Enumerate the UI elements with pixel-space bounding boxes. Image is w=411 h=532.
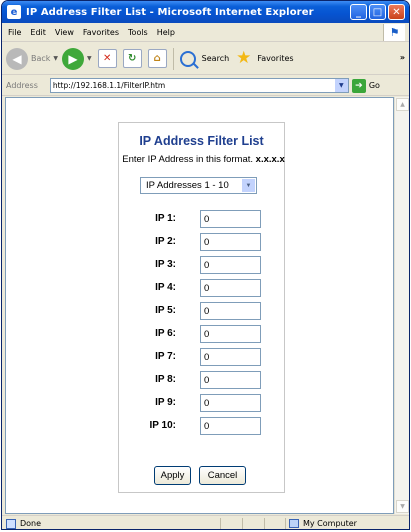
ip-input[interactable]: 0 [200, 348, 261, 366]
instruction-text: Enter IP Address in this format. [122, 154, 254, 165]
address-label: Address [6, 81, 38, 90]
scroll-down-icon[interactable]: ▼ [396, 500, 409, 513]
ip-label: IP 3: [155, 259, 176, 270]
ip-label: IP 4: [155, 282, 176, 293]
ip-row: IP 7: 0 [119, 348, 284, 366]
ip-input[interactable]: 0 [200, 417, 261, 435]
back-dropdown-icon[interactable]: ▼ [53, 55, 58, 62]
chevron-down-icon[interactable]: ▼ [242, 179, 255, 192]
ie-logo-icon: e [7, 5, 21, 19]
ip-row: IP 1: 0 [119, 210, 284, 228]
cancel-button[interactable]: Cancel [199, 466, 246, 485]
forward-button[interactable]: ▶ [62, 47, 85, 70]
refresh-icon: ↻ [127, 53, 137, 64]
ip-label: IP 1: [155, 213, 176, 224]
windows-flag-icon: ⚑ [383, 24, 405, 41]
forward-dropdown-icon[interactable]: ▼ [87, 55, 92, 62]
ip-row: IP 10: 0 [119, 417, 284, 435]
page-done-icon [6, 518, 16, 529]
status-bar: Done My Computer [2, 515, 409, 529]
scroll-up-icon[interactable]: ▲ [396, 98, 409, 111]
title-bar[interactable]: e IP Address Filter List - Microsoft Int… [2, 1, 409, 23]
home-button[interactable]: ⌂ [147, 49, 167, 68]
menu-edit[interactable]: Edit [30, 28, 46, 37]
ip-label: IP 5: [155, 305, 176, 316]
favorites-button[interactable]: Favorites [257, 54, 293, 63]
ip-row: IP 2: 0 [119, 233, 284, 251]
address-input[interactable]: http://192.168.1.1/FilterIP.htm ▼ [49, 78, 349, 93]
ip-label: IP 8: [155, 374, 176, 385]
ip-input[interactable]: 0 [200, 394, 261, 412]
refresh-button[interactable]: ↻ [122, 49, 142, 68]
ip-row: IP 9: 0 [119, 394, 284, 412]
ip-label: IP 6: [155, 328, 176, 339]
filter-panel: IP Address Filter List Enter IP Address … [118, 122, 285, 493]
address-dropdown-icon[interactable]: ▼ [334, 79, 348, 92]
stop-icon: ✕ [102, 53, 112, 64]
forward-arrow-icon: ▶ [68, 51, 78, 66]
back-arrow-icon: ◀ [12, 51, 22, 66]
ip-input[interactable]: 0 [200, 210, 261, 228]
home-icon: ⌂ [153, 53, 161, 64]
page-content: IP Address Filter List Enter IP Address … [5, 97, 394, 514]
ip-input[interactable]: 0 [200, 325, 261, 343]
go-button[interactable]: Go [369, 81, 380, 90]
ip-row: IP 3: 0 [119, 256, 284, 274]
window-controls: _ □ ✕ [350, 4, 405, 20]
status-divider [285, 518, 286, 529]
apply-button[interactable]: Apply [154, 466, 191, 485]
ip-row: IP 6: 0 [119, 325, 284, 343]
ip-row: IP 5: 0 [119, 302, 284, 320]
ip-label: IP 2: [155, 236, 176, 247]
menu-file[interactable]: File [8, 28, 21, 37]
maximize-button[interactable]: □ [369, 4, 386, 20]
minimize-button[interactable]: _ [350, 4, 367, 20]
status-divider [220, 518, 221, 529]
window-title: IP Address Filter List - Microsoft Inter… [26, 6, 314, 18]
status-divider [242, 518, 243, 529]
address-url: http://192.168.1.1/FilterIP.htm [52, 81, 166, 90]
address-bar: Address http://192.168.1.1/FilterIP.htm … [2, 76, 409, 96]
instruction-format: x.x.x.x [255, 154, 285, 165]
format-instruction: Enter IP Address in this format. x.x.x.x [105, 154, 302, 165]
stop-button[interactable]: ✕ [97, 49, 117, 68]
ip-input[interactable]: 0 [200, 302, 261, 320]
toolbar-overflow-icon[interactable]: » [400, 53, 405, 62]
ip-input[interactable]: 0 [200, 256, 261, 274]
browser-window: e IP Address Filter List - Microsoft Int… [1, 0, 410, 530]
menu-favorites[interactable]: Favorites [83, 28, 119, 37]
ip-input[interactable]: 0 [200, 371, 261, 389]
toolbar-separator [172, 47, 174, 70]
menu-view[interactable]: View [55, 28, 74, 37]
ip-row: IP 8: 0 [119, 371, 284, 389]
vertical-scrollbar[interactable]: ▲ ▼ [394, 97, 409, 514]
ip-input[interactable]: 0 [200, 233, 261, 251]
standard-toolbar: ◀ Back ▼ ▶ ▼ ✕ ↻ ⌂ Search ★ Favorites » [2, 43, 409, 75]
status-divider [264, 518, 265, 529]
ip-range-selected: IP Addresses 1 - 10 [146, 180, 229, 191]
menu-bar: File Edit View Favorites Tools Help ⚑ [2, 23, 409, 42]
favorites-star-icon[interactable]: ★ [236, 50, 251, 67]
ip-label: IP 7: [155, 351, 176, 362]
ip-label: IP 10: [149, 420, 177, 431]
ip-input[interactable]: 0 [200, 279, 261, 297]
back-button[interactable]: ◀ [6, 47, 28, 70]
ip-row: IP 4: 0 [119, 279, 284, 297]
go-arrow-icon[interactable]: ➔ [351, 78, 366, 93]
back-label: Back [31, 54, 51, 63]
security-zone: My Computer [289, 519, 357, 528]
computer-icon [289, 519, 299, 528]
page-title: IP Address Filter List [139, 134, 264, 148]
status-text: Done [20, 519, 42, 528]
ip-range-select[interactable]: IP Addresses 1 - 10 ▼ [140, 177, 257, 194]
zone-label: My Computer [303, 519, 357, 528]
search-button[interactable]: Search [202, 54, 229, 63]
search-icon[interactable] [179, 50, 196, 67]
ip-label: IP 9: [155, 397, 176, 408]
close-button[interactable]: ✕ [388, 4, 405, 20]
menu-tools[interactable]: Tools [128, 28, 148, 37]
menu-help[interactable]: Help [157, 28, 175, 37]
